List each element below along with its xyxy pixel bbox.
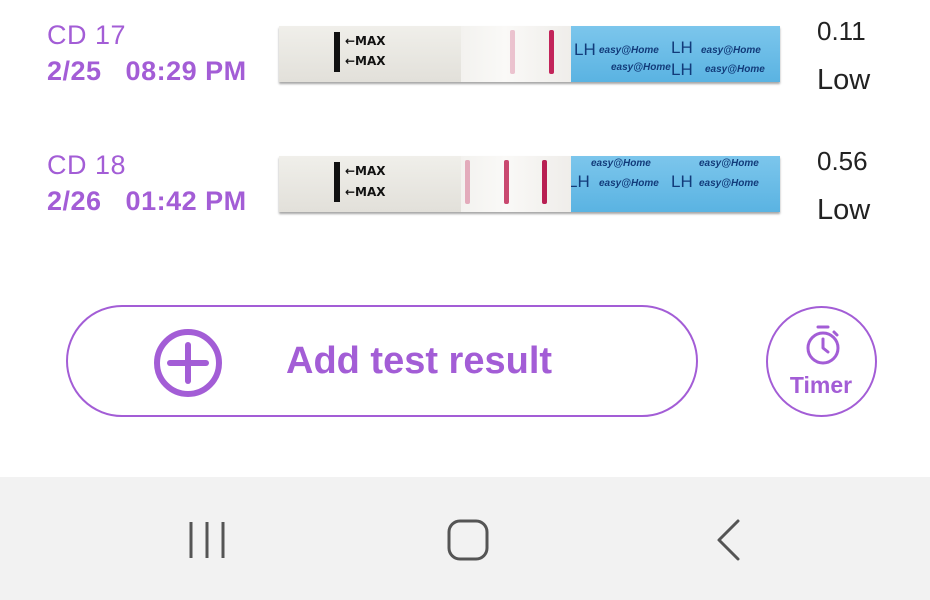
test-datetime: 2/26 01:42 PM bbox=[47, 186, 247, 216]
back-icon[interactable] bbox=[703, 515, 753, 565]
strip-lh-text: LH bbox=[671, 38, 693, 57]
strip-lh-text: LH bbox=[671, 172, 693, 191]
add-test-result-label: Add test result bbox=[286, 340, 553, 382]
result-row-cd18[interactable]: CD 18 2/26 01:42 PM ←MAX ←MAX LH easy@Ho… bbox=[0, 146, 930, 260]
add-test-result-button[interactable]: Add test result bbox=[66, 305, 698, 417]
cycle-day-label: CD 17 bbox=[47, 20, 127, 50]
home-icon[interactable] bbox=[443, 515, 493, 565]
strip-brand-area: LH easy@Home LH easy@Home easy@Home LH e… bbox=[571, 26, 780, 82]
strip-max-bar bbox=[334, 162, 340, 202]
strip-brand-text: easy@Home bbox=[705, 64, 765, 75]
strip-lh-text: LH bbox=[571, 172, 590, 191]
result-row-cd17[interactable]: CD 17 2/25 08:29 PM ←MAX ←MAX LH easy@Ho… bbox=[0, 16, 930, 130]
strip-brand-area: LH easy@Home easy@Home LH easy@Home easy… bbox=[571, 156, 780, 212]
strip-brand-text: easy@Home bbox=[699, 178, 759, 189]
system-navigation-bar bbox=[0, 477, 930, 600]
lh-value: 0.11 bbox=[817, 16, 866, 46]
strip-result-window bbox=[461, 156, 571, 212]
strip-result-window bbox=[461, 26, 571, 82]
timer-button[interactable]: Timer bbox=[766, 306, 877, 417]
strip-brand-text: easy@Home bbox=[699, 158, 759, 169]
stopwatch-icon bbox=[806, 325, 840, 365]
strip-lh-text: LH bbox=[574, 40, 596, 59]
test-datetime: 2/25 08:29 PM bbox=[47, 56, 247, 86]
strip-brand-text: easy@Home bbox=[599, 178, 659, 189]
cycle-day-label: CD 18 bbox=[47, 150, 127, 180]
test-line bbox=[549, 30, 554, 74]
strip-lh-text: LH bbox=[671, 60, 693, 79]
timer-label: Timer bbox=[789, 372, 853, 398]
test-strip-image: ←MAX ←MAX LH easy@Home easy@Home LH easy… bbox=[279, 156, 780, 212]
strip-max-bar bbox=[334, 32, 340, 72]
strip-brand-text: easy@Home bbox=[701, 45, 761, 56]
strip-max-label: ←MAX bbox=[345, 185, 386, 199]
lh-level: Low bbox=[817, 64, 871, 96]
control-line-faint bbox=[510, 30, 515, 74]
test-line bbox=[542, 160, 547, 204]
lh-value: 0.56 bbox=[817, 146, 868, 176]
recents-icon[interactable] bbox=[182, 515, 232, 565]
lh-level: Low bbox=[817, 194, 871, 226]
strip-max-label: ←MAX bbox=[345, 34, 386, 48]
control-line bbox=[504, 160, 509, 204]
strip-max-label: ←MAX bbox=[345, 54, 386, 68]
strip-brand-text: easy@Home bbox=[599, 45, 659, 56]
strip-brand-text: easy@Home bbox=[611, 62, 671, 73]
strip-brand-text: easy@Home bbox=[591, 158, 651, 169]
plus-circle-icon bbox=[154, 329, 222, 397]
test-strip-image: ←MAX ←MAX LH easy@Home LH easy@Home easy… bbox=[279, 26, 780, 82]
faint-line bbox=[465, 160, 470, 204]
strip-max-label: ←MAX bbox=[345, 164, 386, 178]
